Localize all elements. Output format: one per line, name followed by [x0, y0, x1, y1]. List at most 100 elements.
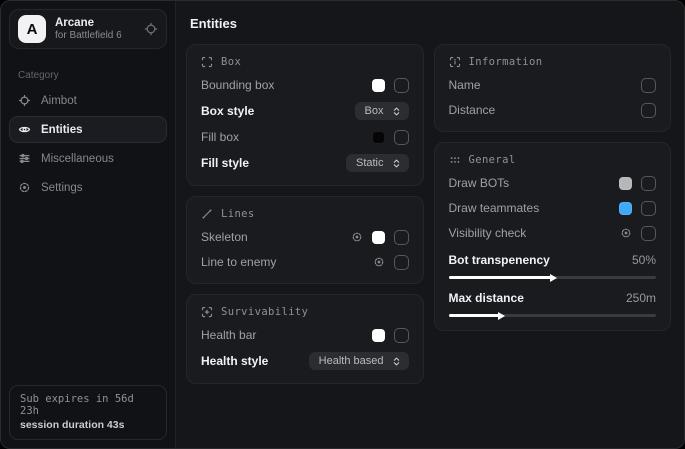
card-title: Lines: [221, 208, 255, 220]
checkbox-distance[interactable]: [641, 103, 656, 118]
setting-label: Health style: [201, 354, 268, 368]
setting-row-box-style: Box style Box: [201, 102, 409, 120]
setting-row-name: Name: [449, 77, 657, 93]
checkbox-health-bar[interactable]: [394, 328, 409, 343]
setting-label: Draw BOTs: [449, 176, 510, 190]
cards-area: Box Bounding box Box style Box Fill box Fill …: [186, 44, 671, 394]
checkbox-name[interactable]: [641, 78, 656, 93]
chevrons-up-down-icon: [391, 356, 402, 367]
category-label: Category: [18, 70, 175, 81]
setting-row-distance: Distance: [449, 102, 657, 118]
card-title: Survivability: [221, 306, 308, 318]
setting-row-visibility-check: Visibility check: [449, 225, 657, 241]
checkbox-line-to-enemy[interactable]: [394, 255, 409, 270]
setting-row-fill-box: Fill box: [201, 129, 409, 145]
setting-label: Box style: [201, 104, 254, 118]
miscellaneous-sliders-icon: [18, 152, 31, 165]
card-column: Box Bounding box Box style Box Fill box Fill …: [186, 44, 424, 394]
page-title: Entities: [190, 16, 671, 31]
color-swatch[interactable]: [372, 231, 385, 244]
checkbox-draw-bots[interactable]: [641, 176, 656, 191]
checkbox-skeleton[interactable]: [394, 230, 409, 245]
setting-label: Name: [449, 78, 481, 92]
setting-label: Fill style: [201, 156, 249, 170]
app-subtitle: for Battlefield 6: [55, 30, 135, 43]
sidebar-item-settings[interactable]: Settings: [9, 174, 167, 201]
setting-label: Max distance: [449, 291, 524, 305]
color-swatch[interactable]: [372, 329, 385, 342]
setting-row-health-style: Health style Health based: [201, 352, 409, 370]
card-header: General: [449, 154, 657, 166]
setting-label: Skeleton: [201, 230, 248, 244]
setting-label: Bot transpenency: [449, 253, 550, 267]
sidebar-item-miscellaneous[interactable]: Miscellaneous: [9, 145, 167, 172]
setting-label: Line to enemy: [201, 255, 276, 269]
card-information: Information Name Distance: [434, 44, 672, 132]
color-swatch[interactable]: [372, 131, 385, 144]
setting-row-draw-bots: Draw BOTs: [449, 175, 657, 191]
card-title: General: [469, 154, 516, 166]
gear-icon[interactable]: [351, 231, 363, 243]
slider-bot-transpenency[interactable]: [449, 276, 657, 279]
slider-value: 50%: [632, 253, 656, 267]
color-swatch[interactable]: [619, 177, 632, 190]
setting-label: Visibility check: [449, 226, 527, 240]
gear-icon[interactable]: [620, 227, 632, 239]
color-swatch[interactable]: [619, 202, 632, 215]
dropdown-value: Static: [356, 157, 384, 169]
slider-thumb[interactable]: [550, 274, 557, 282]
card-header: Survivability: [201, 306, 409, 318]
gear-icon[interactable]: [373, 256, 385, 268]
setting-label: Bounding box: [201, 78, 274, 92]
setting-row-bot-transpenency: Bot transpenency 50%: [449, 252, 657, 279]
dropdown-fill-style[interactable]: Static: [346, 154, 409, 172]
card-box: Box Bounding box Box style Box Fill box Fill …: [186, 44, 424, 186]
line-icon: [201, 208, 213, 220]
setting-row-max-distance: Max distance 250m: [449, 290, 657, 317]
chevrons-up-down-icon: [391, 106, 402, 117]
setting-row-skeleton: Skeleton: [201, 229, 409, 245]
app-name: Arcane: [55, 16, 135, 30]
card-lines: Lines Skeleton Line to enemy: [186, 196, 424, 284]
color-swatch[interactable]: [372, 79, 385, 92]
card-header: Lines: [201, 208, 409, 220]
setting-label: Health bar: [201, 328, 256, 342]
box-scan-icon: [201, 56, 213, 68]
sidebar-item-entities[interactable]: Entities: [9, 116, 167, 143]
main-panel: Entities Box Bounding box Box style Box Fill…: [176, 1, 684, 448]
dropdown-value: Health based: [319, 355, 384, 367]
checkbox-draw-teammates[interactable]: [641, 201, 656, 216]
card-general: General Draw BOTs Draw teammates Visibility…: [434, 142, 672, 331]
slider-thumb[interactable]: [498, 312, 505, 320]
checkbox-visibility-check[interactable]: [641, 226, 656, 241]
slider-max-distance[interactable]: [449, 314, 657, 317]
setting-row-line-to-enemy: Line to enemy: [201, 254, 409, 270]
setting-row-health-bar: Health bar: [201, 327, 409, 343]
sidebar-item-label: Settings: [41, 182, 83, 194]
setting-row-draw-teammates: Draw teammates: [449, 200, 657, 216]
sidebar-item-aimbot[interactable]: Aimbot: [9, 87, 167, 114]
sidebar-item-label: Miscellaneous: [41, 153, 114, 165]
slider-value: 250m: [626, 291, 656, 305]
sidebar-item-label: Entities: [41, 124, 83, 136]
crosshair-icon[interactable]: [144, 22, 158, 36]
card-header: Information: [449, 56, 657, 68]
checkbox-bounding-box[interactable]: [394, 78, 409, 93]
app-logo: A: [18, 15, 46, 43]
survivability-cross-icon: [201, 306, 213, 318]
aimbot-crosshair-icon: [18, 94, 31, 107]
dropdown-box-style[interactable]: Box: [355, 102, 409, 120]
checkbox-fill-box[interactable]: [394, 130, 409, 145]
dropdown-health-style[interactable]: Health based: [309, 352, 409, 370]
session-duration: session duration 43s: [20, 419, 156, 431]
card-survivability: SurvivabilityHealth barHealth styleHealt…: [186, 294, 424, 384]
information-icon: [449, 56, 461, 68]
sidebar: A Arcane for Battlefield 6 Category Aimb…: [1, 1, 176, 448]
entities-eye-icon: [18, 123, 31, 136]
card-title: Information: [469, 56, 543, 68]
sidebar-nav: Aimbot Entities Miscellaneous Settings: [1, 85, 175, 203]
setting-label: Fill box: [201, 130, 239, 144]
subscription-expiry: Sub expires in 56d 23h: [20, 393, 156, 417]
sidebar-item-label: Aimbot: [41, 95, 77, 107]
setting-label: Draw teammates: [449, 201, 540, 215]
